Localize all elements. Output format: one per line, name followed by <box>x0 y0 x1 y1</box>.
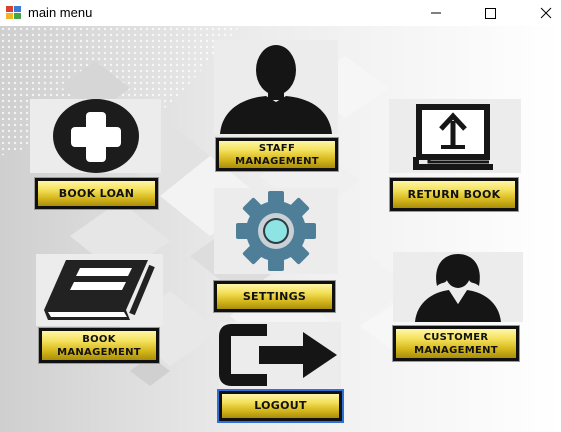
close-icon <box>540 7 552 19</box>
logout-button[interactable]: LOGOUT <box>217 389 344 423</box>
window-title: main menu <box>28 5 93 20</box>
book-loan-label: BOOK LOAN <box>58 186 135 200</box>
settings-button[interactable]: SETTINGS <box>213 280 336 313</box>
book-management-label-line1: BOOK <box>82 333 116 345</box>
plus-circle-icon <box>53 99 139 173</box>
minimize-icon <box>431 12 441 14</box>
book-management-button[interactable]: BOOK MANAGEMENT <box>38 327 160 364</box>
customer-management-label-line1: CUSTOMER <box>423 331 489 343</box>
main-menu-window: main menu BOOK LOAN STAFF MANAGEMENT RET… <box>0 0 561 432</box>
maximize-icon <box>485 8 496 19</box>
staff-management-label-line1: STAFF <box>258 142 296 154</box>
app-icon <box>6 6 21 19</box>
book-management-tile[interactable] <box>36 254 163 326</box>
return-book-tile[interactable] <box>389 99 521 173</box>
book-loan-button[interactable]: BOOK LOAN <box>34 177 159 210</box>
return-book-label: RETURN BOOK <box>407 187 501 201</box>
staff-management-tile[interactable] <box>214 40 338 134</box>
menu-area: BOOK LOAN STAFF MANAGEMENT RETURN BOOK S… <box>0 26 561 432</box>
settings-tile[interactable] <box>214 188 338 274</box>
return-book-button[interactable]: RETURN BOOK <box>389 177 519 212</box>
title-bar[interactable]: main menu <box>0 0 561 26</box>
book-management-label-line2: MANAGEMENT <box>57 346 141 358</box>
customer-management-button[interactable]: CUSTOMER MANAGEMENT <box>392 325 520 362</box>
logout-arrow-icon <box>219 324 337 386</box>
staff-management-button[interactable]: STAFF MANAGEMENT <box>215 137 339 172</box>
staff-management-label-line2: MANAGEMENT <box>235 155 319 167</box>
book-loan-tile[interactable] <box>30 99 161 173</box>
book-return-icon <box>413 104 493 170</box>
staff-silhouette-icon <box>220 45 332 134</box>
book-icon <box>44 260 155 320</box>
settings-label: SETTINGS <box>242 289 307 303</box>
customer-management-tile[interactable] <box>393 252 523 322</box>
customer-management-label-line2: MANAGEMENT <box>414 344 498 356</box>
close-button[interactable] <box>515 0 561 26</box>
maximize-button[interactable] <box>467 0 513 26</box>
customer-silhouette-icon <box>415 254 501 322</box>
logout-label: LOGOUT <box>254 399 307 412</box>
minimize-button[interactable] <box>413 0 459 26</box>
gear-icon <box>236 191 316 271</box>
logout-tile[interactable] <box>219 322 341 388</box>
